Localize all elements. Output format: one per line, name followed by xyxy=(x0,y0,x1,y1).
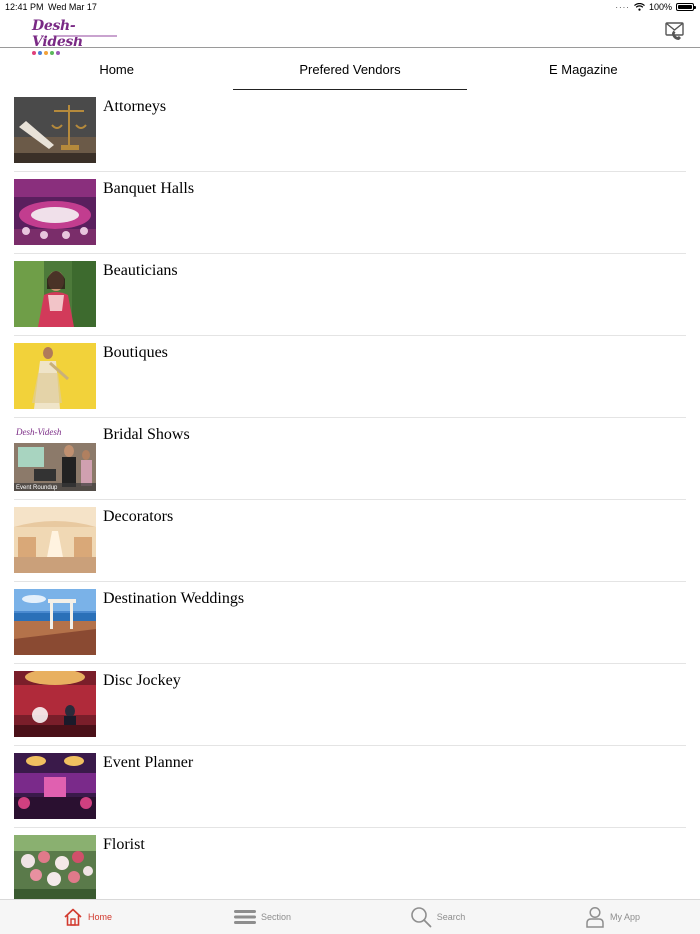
vendor-row-bridal-shows[interactable]: Desh-Videsh Event Roundup Bridal Shows xyxy=(14,418,686,500)
vendor-row-banquet-halls[interactable]: Banquet Halls xyxy=(14,172,686,254)
nav-home[interactable]: Home xyxy=(0,900,175,934)
vendor-name: Disc Jockey xyxy=(103,672,181,689)
vendor-name: Boutiques xyxy=(103,344,168,361)
boutiques-thumbnail xyxy=(14,343,96,409)
nav-section-label: Section xyxy=(260,912,292,922)
menu-icon xyxy=(233,910,256,924)
logo-text: Desh-Videsh xyxy=(32,18,83,50)
nav-search-label: Search xyxy=(436,912,466,922)
florist-thumbnail xyxy=(14,835,96,899)
vendor-name: Destination Weddings xyxy=(103,590,245,607)
wifi-icon xyxy=(634,3,645,11)
user-icon xyxy=(586,906,604,928)
tab-prefered-vendors[interactable]: Prefered Vendors xyxy=(233,48,467,90)
event-planner-thumbnail xyxy=(14,753,96,819)
nav-home-label: Home xyxy=(87,912,112,922)
vendor-name: Beauticians xyxy=(103,262,178,279)
vendor-row-boutiques[interactable]: Boutiques xyxy=(14,336,686,418)
vendor-row-attorneys[interactable]: Attorneys xyxy=(14,90,686,172)
status-right: ···· 100% xyxy=(615,2,696,12)
beauticians-thumbnail xyxy=(14,261,96,327)
nav-my-app-label: My App xyxy=(609,912,640,922)
nav-my-app[interactable]: My App xyxy=(525,900,700,934)
bridal-shows-thumbnail: Desh-Videsh Event Roundup xyxy=(14,425,96,491)
vendor-row-destination-weddings[interactable]: Destination Weddings xyxy=(14,582,686,664)
bottom-nav: Home Section Search My App xyxy=(0,899,700,934)
vendor-row-decorators[interactable]: Decorators xyxy=(14,500,686,582)
tab-e-magazine-label: E Magazine xyxy=(548,61,618,77)
search-icon xyxy=(410,907,432,928)
banquet-halls-thumbnail xyxy=(14,179,96,245)
destination-weddings-thumbnail xyxy=(14,589,96,655)
vendor-row-florist[interactable]: Florist xyxy=(14,828,686,899)
vendor-row-beauticians[interactable]: Beauticians xyxy=(14,254,686,336)
nav-search[interactable]: Search xyxy=(350,900,525,934)
status-date: Wed Mar 17 xyxy=(48,2,97,12)
bridal-shows-thumb-caption: Event Roundup xyxy=(16,485,58,491)
svg-text:Desh-Videsh: Desh-Videsh xyxy=(15,427,62,437)
vendor-name: Decorators xyxy=(103,508,174,525)
signal-dots-icon: ···· xyxy=(615,2,630,12)
vendor-row-disc-jockey[interactable]: Disc Jockey xyxy=(14,664,686,746)
vendor-name: Bridal Shows xyxy=(103,426,190,443)
home-icon xyxy=(64,908,82,926)
battery-icon xyxy=(676,3,696,11)
decorators-thumbnail xyxy=(14,507,96,573)
top-tabs: Home Prefered Vendors E Magazine xyxy=(0,48,700,90)
app-header: Desh-Videsh xyxy=(0,14,700,55)
tab-prefered-vendors-label: Prefered Vendors xyxy=(299,61,401,77)
status-time: 12:41 PM xyxy=(5,2,44,12)
logo-tagline xyxy=(57,35,117,37)
vendor-name: Attorneys xyxy=(103,98,167,115)
vendor-row-event-planner[interactable]: Event Planner xyxy=(14,746,686,828)
nav-section[interactable]: Section xyxy=(175,900,350,934)
tab-e-magazine[interactable]: E Magazine xyxy=(467,48,700,90)
battery-percent: 100% xyxy=(648,2,672,12)
vendor-list[interactable]: Attorneys Banquet Halls Beauticians Bout… xyxy=(0,90,700,899)
desh-videsh-logo[interactable]: Desh-Videsh xyxy=(32,18,118,55)
vendor-name: Florist xyxy=(103,836,145,853)
vendor-name: Event Planner xyxy=(103,754,194,771)
tab-home-label: Home xyxy=(99,61,134,77)
contact-mail-phone-icon[interactable] xyxy=(664,20,686,42)
status-bar: 12:41 PM Wed Mar 17 ···· 100% xyxy=(0,0,700,14)
vendor-name: Banquet Halls xyxy=(103,180,195,197)
tab-home[interactable]: Home xyxy=(0,48,233,90)
attorneys-thumbnail xyxy=(14,97,96,163)
disc-jockey-thumbnail xyxy=(14,671,96,737)
